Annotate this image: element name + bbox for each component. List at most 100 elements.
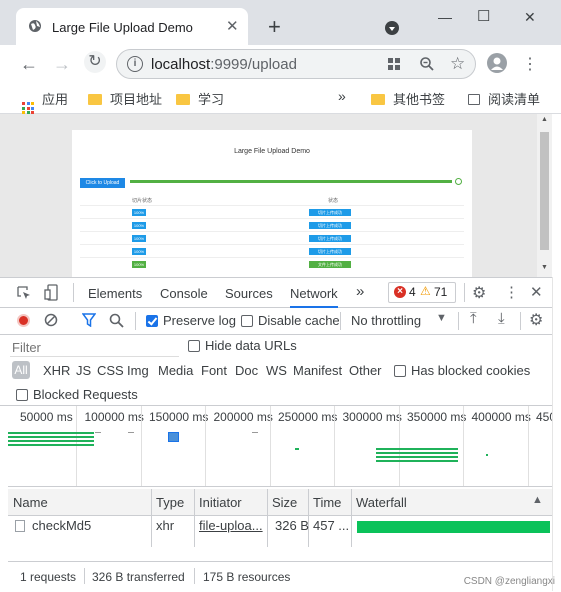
hide-data-urls-checkbox[interactable]: Hide data URLs bbox=[188, 338, 297, 353]
apps-grid-icon[interactable] bbox=[387, 57, 401, 71]
timeline-bar bbox=[8, 436, 94, 438]
network-settings-gear-icon[interactable]: ⚙ bbox=[529, 310, 543, 330]
address-bar[interactable]: i localhost:9999/upload ☆ bbox=[116, 49, 476, 79]
scrollbar-thumb[interactable] bbox=[540, 132, 549, 250]
toolbar-divider bbox=[458, 312, 459, 330]
type-filter-ws[interactable]: WS bbox=[266, 363, 287, 378]
page-scrollbar[interactable]: ▲ ▼ bbox=[537, 114, 552, 277]
timeline-bar bbox=[376, 460, 458, 462]
forward-arrow-icon[interactable]: → bbox=[53, 54, 71, 75]
timeline-gridline bbox=[398, 406, 400, 486]
type-filter-other[interactable]: Other bbox=[349, 363, 382, 378]
device-toolbar-icon[interactable] bbox=[44, 284, 58, 301]
timeline-bar bbox=[295, 448, 299, 450]
close-window-button[interactable]: ✕ bbox=[524, 9, 536, 26]
scroll-up-icon[interactable]: ▲ bbox=[541, 116, 548, 123]
apps-icon bbox=[22, 102, 34, 114]
close-devtools-icon[interactable]: ✕ bbox=[530, 283, 543, 301]
request-name[interactable]: checkMd5 bbox=[32, 518, 91, 533]
type-filter-font[interactable]: Font bbox=[201, 363, 227, 378]
browser-tab[interactable]: Large File Upload Demo ✕ bbox=[16, 8, 248, 45]
timeline-tick-label: 150000 ms bbox=[149, 410, 209, 424]
folder-icon bbox=[176, 94, 190, 105]
import-har-icon[interactable]: ⤒ bbox=[470, 310, 477, 327]
bookmark-other[interactable]: 其他书签 bbox=[371, 89, 445, 108]
type-filter-manifest[interactable]: Manifest bbox=[293, 363, 342, 378]
site-info-icon[interactable]: i bbox=[127, 56, 143, 72]
type-filter-media[interactable]: Media bbox=[158, 363, 193, 378]
tab-search-icon[interactable] bbox=[385, 21, 399, 35]
window-scrollbar[interactable] bbox=[552, 277, 561, 591]
chevron-down-icon[interactable]: ▼ bbox=[436, 312, 447, 324]
zoom-icon[interactable] bbox=[419, 56, 435, 72]
clear-icon[interactable] bbox=[44, 313, 58, 327]
back-arrow-icon[interactable]: ← bbox=[20, 54, 38, 75]
timeline-tick-label: 350000 ms bbox=[407, 410, 467, 424]
reading-list[interactable]: 阅读清单 bbox=[468, 89, 540, 108]
request-initiator-link[interactable]: file-uploa... bbox=[199, 518, 263, 533]
bookmark-folder-project[interactable]: 项目地址 bbox=[88, 89, 162, 108]
column-name[interactable]: Name bbox=[13, 495, 48, 510]
globe-icon bbox=[29, 20, 41, 32]
table-row: 100% 切片上传成功 bbox=[80, 231, 464, 245]
error-icon: × bbox=[394, 286, 406, 298]
progress-chip: 100% bbox=[132, 248, 146, 255]
settings-gear-icon[interactable]: ⚙ bbox=[472, 283, 486, 303]
bookmark-star-icon[interactable]: ☆ bbox=[450, 54, 465, 74]
filter-row: Hide data URLs bbox=[0, 335, 552, 357]
column-waterfall[interactable]: Waterfall bbox=[356, 495, 407, 510]
tab-console[interactable]: Console bbox=[160, 286, 208, 301]
bookmark-folder-study[interactable]: 学习 bbox=[176, 89, 224, 108]
menu-kebab-icon[interactable]: ⋮ bbox=[522, 54, 538, 74]
inspect-element-icon[interactable] bbox=[17, 286, 31, 300]
type-filter-all[interactable]: All bbox=[12, 361, 30, 379]
tab-elements[interactable]: Elements bbox=[88, 286, 142, 301]
tab-close-icon[interactable]: ✕ bbox=[226, 17, 239, 35]
timeline-tick-label: 100000 ms bbox=[84, 410, 144, 424]
more-tabs-button[interactable]: » bbox=[356, 283, 364, 300]
record-icon[interactable] bbox=[17, 314, 30, 327]
timeline-bar bbox=[376, 448, 458, 450]
type-filter-js[interactable]: JS bbox=[76, 363, 91, 378]
tab-sources[interactable]: Sources bbox=[225, 286, 273, 301]
type-filter-xhr[interactable]: XHR bbox=[43, 363, 70, 378]
new-tab-button[interactable]: + bbox=[268, 16, 281, 38]
transferred-size: 326 B transferred bbox=[92, 570, 185, 584]
type-filter-doc[interactable]: Doc bbox=[235, 363, 258, 378]
export-har-icon[interactable]: ⤓ bbox=[498, 310, 505, 327]
reload-icon[interactable]: ↻ bbox=[84, 51, 106, 73]
blocked-requests-checkbox[interactable]: Blocked Requests bbox=[16, 387, 138, 402]
sort-ascending-icon[interactable]: ▲ bbox=[532, 494, 543, 506]
timeline-tick-label: 200000 ms bbox=[213, 410, 273, 424]
issues-counter[interactable]: × 4 ⚠ 71 bbox=[388, 282, 456, 303]
minimize-button[interactable]: — bbox=[438, 9, 452, 25]
scroll-down-icon[interactable]: ▼ bbox=[541, 264, 548, 271]
column-initiator[interactable]: Initiator bbox=[199, 495, 242, 510]
bookmarks-more-button[interactable]: » bbox=[338, 88, 346, 104]
has-blocked-cookies-checkbox[interactable]: Has blocked cookies bbox=[394, 363, 530, 378]
filter-funnel-icon[interactable] bbox=[82, 313, 96, 327]
upload-button[interactable]: Click to Upload bbox=[80, 178, 125, 188]
filter-input[interactable] bbox=[10, 338, 179, 357]
timeline-gridline bbox=[463, 406, 464, 486]
type-filter-css[interactable]: CSS bbox=[97, 363, 124, 378]
upload-progress-bar bbox=[130, 180, 452, 183]
network-toolbar: Preserve log Disable cache No throttling… bbox=[0, 308, 552, 335]
throttling-select[interactable]: No throttling bbox=[351, 313, 421, 328]
type-filter-img[interactable]: Img bbox=[127, 363, 149, 378]
search-icon[interactable] bbox=[109, 313, 124, 328]
network-overview-timeline[interactable]: 50000 ms 100000 ms 150000 ms 200000 ms 25000… bbox=[8, 406, 556, 487]
preserve-log-checkbox[interactable]: Preserve log bbox=[146, 313, 236, 328]
disable-cache-checkbox[interactable]: Disable cache bbox=[241, 313, 340, 328]
maximize-button[interactable]: ☐ bbox=[477, 7, 490, 25]
upload-demo-card: Large File Upload Demo Click to Upload 切… bbox=[72, 130, 472, 277]
column-size[interactable]: Size bbox=[272, 495, 297, 510]
tab-network[interactable]: Network bbox=[290, 286, 338, 308]
bookmark-apps[interactable]: 应用 bbox=[22, 89, 68, 114]
progress-chip: 100% bbox=[132, 222, 146, 229]
url-text[interactable]: localhost:9999/upload bbox=[151, 56, 297, 73]
devtools-menu-icon[interactable]: ⋮ bbox=[504, 283, 519, 301]
profile-avatar-icon[interactable] bbox=[487, 53, 507, 73]
column-time[interactable]: Time bbox=[313, 495, 341, 510]
column-type[interactable]: Type bbox=[156, 495, 184, 510]
